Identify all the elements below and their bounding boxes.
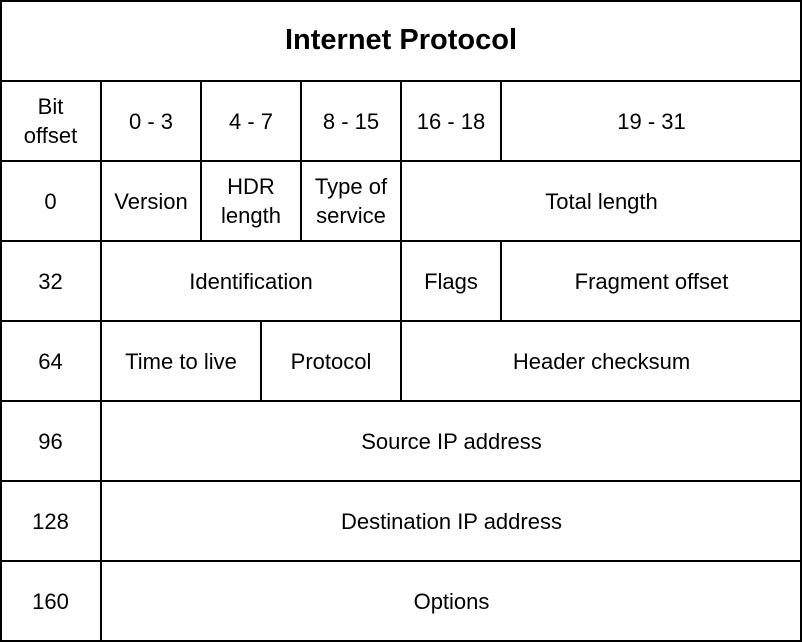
field-total-length: Total length bbox=[545, 188, 658, 214]
row-offset: 160 bbox=[32, 589, 69, 614]
field-protocol: Protocol bbox=[290, 348, 372, 374]
field-destination-ip-address: Destination IP address bbox=[341, 508, 562, 534]
field-identification: Identification bbox=[189, 268, 313, 294]
header-range-16-18: 16 - 18 bbox=[416, 108, 486, 134]
field-options: Options bbox=[413, 589, 490, 614]
row-offset: 128 bbox=[32, 508, 69, 534]
field-version: Version bbox=[114, 188, 188, 214]
header-range-8-15: 8 - 15 bbox=[322, 108, 380, 134]
header-range-19-31: 19 - 31 bbox=[617, 108, 686, 134]
diagram-title: Internet Protocol bbox=[284, 24, 517, 56]
field-time-to-live: Time to live bbox=[125, 348, 237, 374]
header-range-4-7: 4 - 7 bbox=[228, 108, 274, 134]
header-bit-offset: Bit offset bbox=[23, 94, 78, 148]
row-offset: 32 bbox=[38, 268, 63, 294]
field-type-of-service: Type of service bbox=[314, 174, 388, 228]
row-offset: 0 bbox=[44, 188, 57, 214]
field-hdr-length: HDR length bbox=[221, 174, 281, 228]
ip-header-diagram: Internet Protocol Bit offset 0 - 3 4 - 7… bbox=[0, 0, 802, 642]
row-offset: 96 bbox=[38, 428, 63, 454]
field-header-checksum: Header checksum bbox=[512, 348, 691, 374]
row-offset: 64 bbox=[38, 348, 63, 374]
header-range-0-3: 0 - 3 bbox=[128, 108, 174, 134]
field-flags: Flags bbox=[424, 268, 478, 294]
field-fragment-offset: Fragment offset bbox=[574, 268, 729, 294]
field-source-ip-address: Source IP address bbox=[361, 428, 542, 454]
